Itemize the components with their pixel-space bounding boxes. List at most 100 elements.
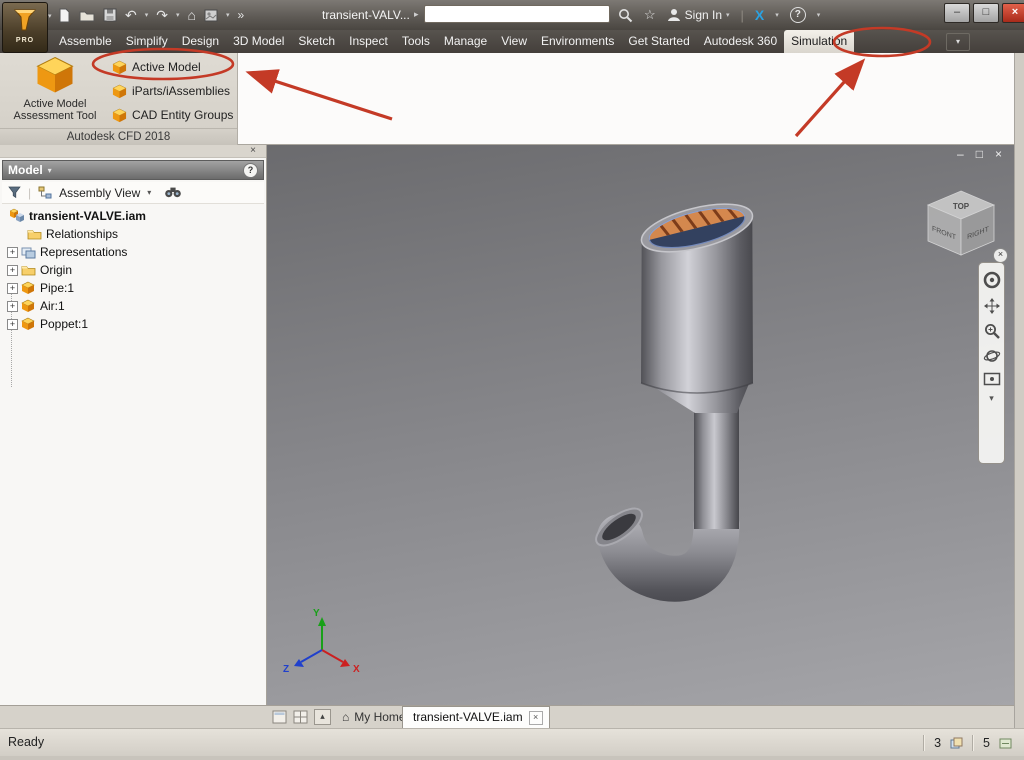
tree-item-label[interactable]: Air:1	[40, 299, 65, 313]
undo-icon[interactable]: ↶	[125, 8, 137, 22]
render-dropdown-icon[interactable]: ▾	[226, 11, 230, 19]
new-document-icon[interactable]	[58, 8, 71, 23]
browser-header-dropdown-icon[interactable]: ▾	[48, 166, 52, 175]
navbar-close-icon[interactable]: ×	[993, 248, 1008, 263]
ribbon-tab-manage[interactable]: Manage	[437, 30, 494, 53]
ribbon-tab-design[interactable]: Design	[175, 30, 226, 53]
dof-icon[interactable]	[999, 737, 1012, 749]
application-menu-button[interactable]: PRO	[2, 2, 48, 53]
tree-item-poppet[interactable]: + Poppet:1	[2, 315, 264, 333]
ribbon-tab-sketch[interactable]: Sketch	[291, 30, 342, 53]
maximize-button[interactable]: □	[973, 3, 999, 23]
ribbon-tab-assemble[interactable]: Assemble	[52, 30, 119, 53]
tree-item-representations[interactable]: + Representations	[2, 243, 264, 261]
ribbon-tab-autodesk-360[interactable]: Autodesk 360	[697, 30, 784, 53]
ribbon-tab-simulation[interactable]: Simulation	[784, 30, 855, 53]
browser-close-icon[interactable]: ×	[250, 145, 256, 157]
zoom-icon[interactable]	[983, 322, 1001, 340]
app-menu-caret-icon[interactable]: ▾	[48, 12, 52, 20]
open-folder-icon[interactable]	[79, 9, 95, 22]
tree-item-label[interactable]: Poppet:1	[40, 317, 88, 331]
iparts-iassemblies-button[interactable]: iParts/iAssemblies	[112, 80, 230, 102]
title-caret-icon[interactable]: ▸	[414, 9, 419, 20]
search-input[interactable]	[424, 5, 610, 23]
tree-item-label[interactable]: Representations	[40, 245, 127, 259]
redo-icon[interactable]: ↷	[156, 8, 168, 22]
tab-active-document[interactable]: transient-VALVE.iam ×	[402, 706, 550, 728]
search-icon[interactable]	[618, 8, 633, 23]
ribbon-tab-tools[interactable]: Tools	[395, 30, 437, 53]
close-button[interactable]: ×	[1002, 3, 1024, 23]
occurrences-icon[interactable]	[950, 737, 963, 749]
tile-views-icon[interactable]	[293, 710, 308, 724]
home-icon[interactable]: ⌂	[188, 8, 196, 22]
tree-item-pipe[interactable]: + Pipe:1	[2, 279, 264, 297]
ribbon-tab-environments[interactable]: Environments	[534, 30, 621, 53]
tree-item-label[interactable]: Origin	[40, 263, 72, 277]
ribbon-tab-3d-model[interactable]: 3D Model	[226, 30, 291, 53]
pan-icon[interactable]	[983, 297, 1001, 315]
autodesk-360-icon[interactable]: X	[755, 7, 764, 23]
filter-icon[interactable]	[8, 186, 21, 199]
view-cube[interactable]: TOP FRONT RIGHT	[922, 185, 1000, 265]
favorites-star-icon[interactable]: ☆	[644, 7, 656, 23]
navbar-more-icon[interactable]: ▾	[989, 393, 994, 404]
active-model-assessment-button[interactable]: Active Model Assessment Tool	[4, 55, 106, 126]
tree-expand-icon[interactable]: +	[7, 264, 18, 276]
home-tab-icon: ⌂	[342, 710, 350, 724]
sign-in-button[interactable]: Sign In ▾	[667, 8, 730, 22]
tab-close-icon[interactable]: ×	[528, 711, 543, 725]
ribbon-minimize-icon[interactable]: ▾	[946, 33, 970, 51]
sign-in-label: Sign In	[684, 8, 723, 22]
view-selector[interactable]: Assembly View	[59, 186, 140, 200]
panel-footer[interactable]: Autodesk CFD 2018	[0, 128, 237, 145]
ribbon-tab-simplify[interactable]: Simplify	[119, 30, 175, 53]
doc-close-icon[interactable]: ×	[995, 147, 1002, 161]
ribbon-tab-view[interactable]: View	[494, 30, 534, 53]
help-icon[interactable]: ?	[789, 7, 806, 23]
help-dropdown-icon[interactable]: ▾	[817, 11, 821, 19]
tree-item-label[interactable]: Pipe:1	[40, 281, 74, 295]
doc-minimize-icon[interactable]: –	[957, 147, 964, 161]
browser-help-icon[interactable]: ?	[243, 162, 258, 178]
doc-restore-icon[interactable]: □	[976, 147, 983, 161]
render-icon[interactable]	[204, 9, 218, 22]
tree-expand-icon[interactable]: +	[7, 318, 18, 330]
a360-dropdown-icon[interactable]: ▾	[775, 11, 779, 19]
assessment-tool-icon	[36, 56, 74, 93]
tree-item-label[interactable]: transient-VALVE.iam	[29, 209, 146, 223]
tree-expand-icon[interactable]: +	[7, 282, 18, 294]
toolbar-overflow-icon[interactable]: »	[237, 8, 244, 22]
tree-item-relationships[interactable]: Relationships	[2, 225, 264, 243]
expand-tabs-icon[interactable]: ▴	[314, 709, 331, 725]
ribbon-tab-get-started[interactable]: Get Started	[621, 30, 696, 53]
tree-item-origin[interactable]: + Origin	[2, 261, 264, 279]
part-icon	[21, 281, 35, 294]
browser-header-label: Model	[8, 163, 43, 177]
tree-expand-icon[interactable]: +	[7, 300, 18, 312]
graphics-viewport[interactable]: Y X Z TOP FRONT RIGHT × ▾ – □ ×	[267, 145, 1014, 705]
search-tree-icon[interactable]	[164, 186, 182, 199]
single-view-icon[interactable]	[272, 710, 287, 724]
active-model-button[interactable]: Active Model	[112, 56, 201, 78]
part-icon	[21, 299, 35, 312]
viewcube-top-label[interactable]: TOP	[953, 202, 970, 211]
browser-toolbar: | Assembly View ▾	[2, 182, 264, 204]
steering-wheel-icon[interactable]	[982, 270, 1002, 290]
save-icon[interactable]	[103, 8, 117, 22]
tree-item-air[interactable]: + Air:1	[2, 297, 264, 315]
tree-expand-icon[interactable]: +	[7, 246, 18, 258]
tree-item-label[interactable]: Relationships	[46, 227, 118, 241]
orbit-icon[interactable]	[983, 347, 1001, 365]
browser-title-strip[interactable]: ×	[0, 145, 266, 158]
minimize-button[interactable]: –	[944, 3, 970, 23]
document-tab-bar: ▴ ⌂ My Home transient-VALVE.iam ×	[0, 705, 1014, 728]
view-selector-dropdown-icon[interactable]: ▾	[147, 188, 151, 197]
window-frame-right	[1014, 53, 1024, 728]
tree-item-root[interactable]: transient-VALVE.iam	[2, 207, 264, 225]
redo-dropdown-icon[interactable]: ▾	[176, 11, 180, 19]
ribbon-tab-inspect[interactable]: Inspect	[342, 30, 395, 53]
undo-dropdown-icon[interactable]: ▾	[145, 11, 149, 19]
cad-entity-groups-button[interactable]: CAD Entity Groups	[112, 104, 233, 126]
look-at-icon[interactable]	[983, 372, 1001, 386]
